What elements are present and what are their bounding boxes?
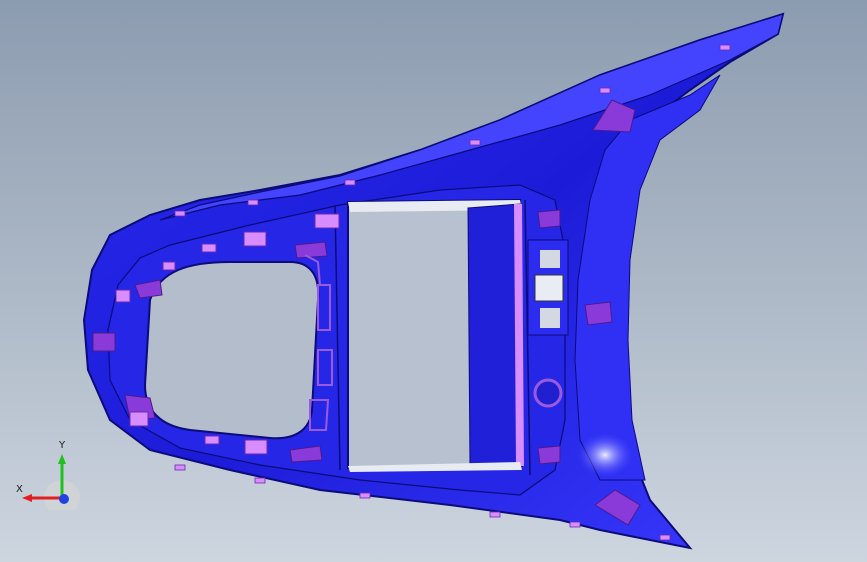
slot: [162, 261, 176, 271]
slot: [314, 213, 340, 229]
cad-model[interactable]: [0, 0, 867, 562]
round-port: [533, 378, 563, 408]
opening-wall: [467, 203, 523, 466]
x-axis-label: X: [16, 484, 23, 495]
clip: [92, 332, 116, 352]
connector-block: [527, 239, 569, 336]
triad-axes-icon: [22, 454, 80, 516]
clip: [294, 241, 328, 259]
slot: [201, 243, 217, 253]
shifter-opening: [143, 261, 320, 440]
cad-viewport[interactable]: X Y: [0, 0, 867, 562]
slot: [129, 411, 149, 427]
slot: [115, 289, 131, 303]
clip: [584, 301, 613, 326]
clip: [537, 445, 561, 465]
slot: [204, 435, 220, 445]
coordinate-triad: X Y: [12, 440, 82, 516]
slot: [243, 231, 267, 247]
slot: [244, 439, 268, 455]
y-axis-label: Y: [59, 440, 66, 451]
clip: [537, 209, 561, 229]
